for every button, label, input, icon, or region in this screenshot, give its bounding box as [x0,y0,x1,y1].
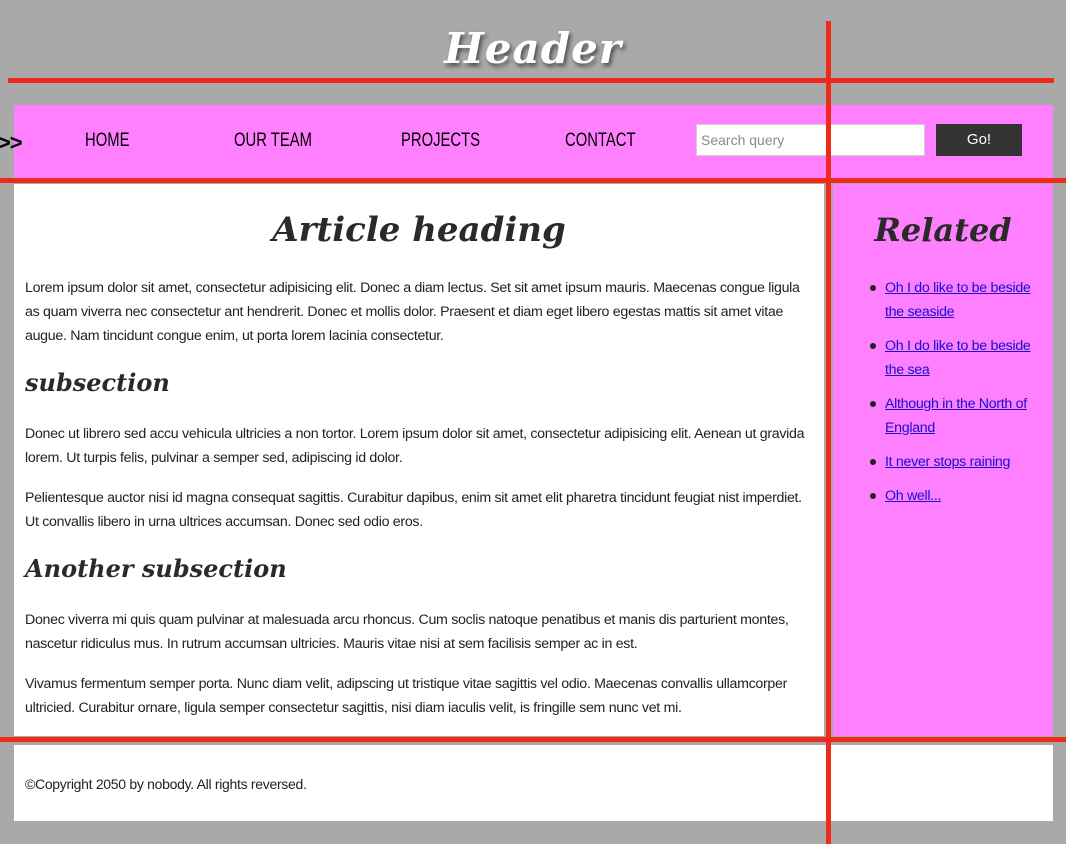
nav-arrows: >>> [0,130,23,155]
copyright-text: ©Copyright 2050 by nobody. All rights re… [25,776,307,792]
search-input[interactable] [696,124,925,156]
site-title: Header [444,24,622,73]
subsection-paragraph: Donec ut librero sed accu vehicula ultri… [25,426,805,466]
list-item: Oh I do like to be beside the seaside [868,276,1038,324]
article-heading: Article heading [272,210,566,250]
related-link[interactable]: Oh I do like to be beside the seaside [885,280,1031,320]
nav-item-contact[interactable]: CONTACT [565,129,636,153]
guide-line [0,737,1066,742]
list-item: It never stops raining [868,450,1038,474]
guide-line [0,178,1066,183]
go-button[interactable]: Go! [936,124,1022,156]
related-link[interactable]: Oh I do like to be beside the sea [885,338,1031,378]
site-header: Header [0,0,1066,100]
another-subsection-heading: Another subsection [25,554,287,583]
nav-item-projects[interactable]: PROJECTS [401,129,480,153]
subsection-paragraph: Pelientesque auctor nisi id magna conseq… [25,490,802,530]
guide-line [8,78,1054,83]
guide-line [826,21,831,844]
related-link[interactable]: It never stops raining [885,454,1010,470]
related-links-list: Oh I do like to be beside the seaside Oh… [868,276,1038,518]
article-intro-paragraph: Lorem ipsum dolor sit amet, consectetur … [25,280,800,344]
list-item: Although in the North of England [868,392,1038,440]
related-link[interactable]: Oh well... [885,488,941,504]
another-subsection-paragraph: Vivamus fermentum semper porta. Nunc dia… [25,676,788,716]
nav-item-home[interactable]: HOME [85,129,129,153]
related-link[interactable]: Although in the North of England [885,396,1027,436]
nav-item-our-team[interactable]: OUR TEAM [234,129,312,153]
list-item: Oh well... [868,484,1038,508]
subsection-heading: subsection [25,368,170,397]
another-subsection-paragraph: Donec viverra mi quis quam pulvinar at m… [25,612,789,652]
related-heading: Related [874,211,1012,249]
list-item: Oh I do like to be beside the sea [868,334,1038,382]
